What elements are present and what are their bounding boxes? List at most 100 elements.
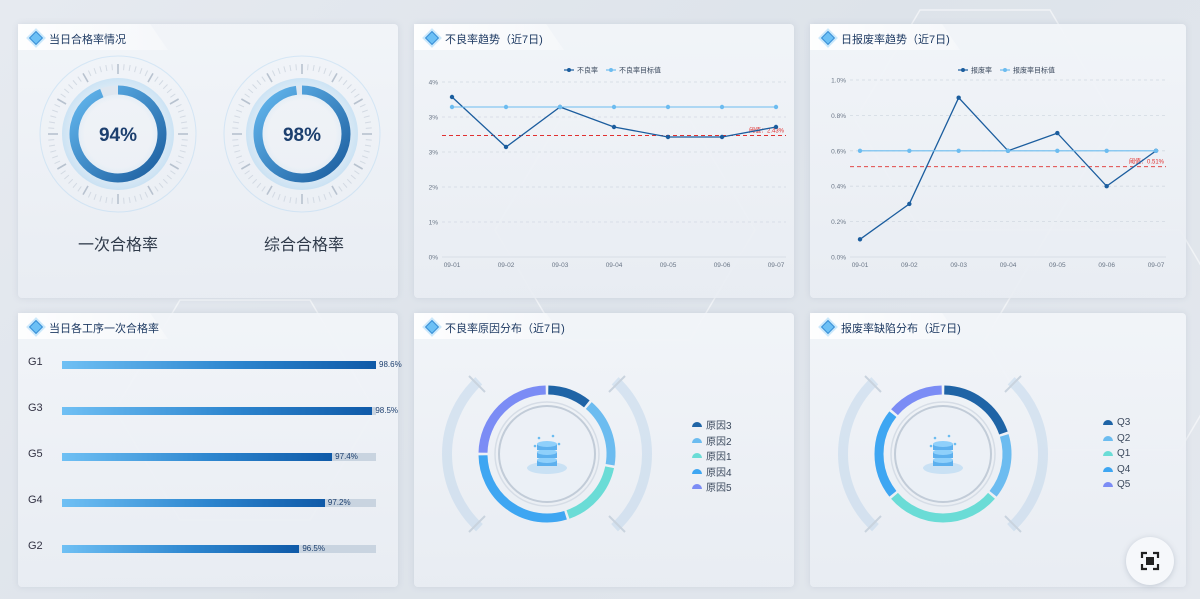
y-tick-label: 1.0%	[831, 78, 846, 85]
legend-swatch	[692, 484, 702, 489]
data-point	[449, 94, 455, 100]
panel-pass-rate: 当日合格率情况 94% 98% 一次合格率 综合合格率	[18, 24, 398, 298]
bar-value-label: 97.2%	[327, 498, 351, 507]
y-tick-label: 3%	[429, 150, 439, 157]
legend-item: Q2	[1103, 433, 1130, 444]
gauge-tick	[234, 115, 241, 118]
legend-swatch	[1103, 435, 1113, 441]
legend-marker	[1003, 68, 1007, 72]
gauge-tick	[283, 195, 286, 202]
data-point	[611, 124, 617, 130]
gauge-tick	[162, 84, 168, 90]
legend-label: Q5	[1117, 479, 1131, 490]
gauge-tick	[252, 84, 258, 90]
data-point	[1055, 148, 1060, 153]
y-tick-label: 0.8%	[831, 113, 846, 120]
panel-process-pass: 当日各工序一次合格率 G1 98.6% G3 98.5% G5 97.4% G4 97.2% G…	[18, 313, 402, 587]
x-tick-label: 09-01	[852, 262, 869, 269]
data-point	[907, 148, 912, 153]
gauge-tick	[179, 115, 186, 118]
donut-slice	[989, 434, 1012, 497]
gauge-tick	[48, 121, 56, 124]
legend-label: Q1	[1117, 448, 1131, 459]
x-tick-label: 09-06	[714, 262, 731, 269]
gauge-tick	[82, 185, 89, 196]
gauge-tick	[144, 70, 149, 77]
gauge-tick	[54, 160, 61, 165]
data-point	[1005, 148, 1011, 153]
gauge-tick	[175, 103, 182, 108]
decor-arc	[838, 377, 879, 532]
gauge-tick	[105, 64, 108, 72]
gauge-tick	[365, 127, 372, 129]
legend-swatch	[692, 422, 702, 427]
data-point	[719, 134, 725, 140]
gauge-tick	[342, 182, 348, 188]
y-tick-label: 0%	[429, 255, 439, 262]
gauge-tick	[77, 76, 82, 82]
gauge-tick	[252, 178, 258, 184]
gauge-tick	[350, 174, 356, 180]
bar-category-label: G4	[28, 494, 43, 506]
decor-arc	[442, 377, 483, 532]
legend-item: 原因2	[692, 433, 732, 448]
gauge-tick	[232, 127, 239, 129]
gauge-tick	[261, 76, 266, 82]
gauge: 98%	[223, 55, 381, 213]
gauge-tick	[248, 174, 254, 180]
gauge-tick	[64, 88, 70, 94]
gauge-tick	[361, 155, 368, 159]
panel-defect-trend: 不良率趋势（近7日) 0% 1% 2% 3% 3% 4% 09-01 09-02 09-03 09…	[414, 24, 794, 298]
data-point	[1104, 184, 1109, 189]
gauge-tick	[169, 98, 180, 105]
x-tick-label: 09-05	[660, 262, 677, 269]
gauge-tick	[170, 170, 176, 175]
x-tick-label: 09-01	[444, 262, 461, 269]
bar-fill	[62, 361, 376, 369]
gauge-tick	[234, 150, 241, 153]
legend-item: Q3	[1103, 417, 1130, 428]
gauge-tick	[363, 150, 370, 153]
data-point	[503, 104, 509, 110]
gauge-tick	[256, 80, 262, 86]
x-tick-label: 09-05	[1049, 262, 1066, 269]
bar-value-label: 96.5%	[302, 544, 325, 553]
gauge-tick	[77, 186, 82, 192]
x-tick-label: 09-04	[1000, 262, 1017, 269]
gauge-tick	[68, 84, 74, 90]
gauge-tick	[312, 64, 315, 72]
x-tick-label: 09-02	[901, 262, 918, 269]
legend-label: 原因2	[706, 436, 732, 448]
gauge-tick	[128, 64, 131, 72]
gauge-tick	[350, 88, 356, 94]
data-point	[907, 201, 912, 207]
bar-category-label: G5	[28, 448, 43, 460]
gauge-tick	[93, 68, 97, 75]
gauge-tick	[50, 150, 57, 153]
gauge-tick	[295, 64, 297, 71]
decor-arc	[611, 377, 652, 532]
fullscreen-button[interactable]	[1126, 537, 1174, 585]
bar-fill	[62, 545, 300, 553]
legend-item: Q5	[1103, 479, 1130, 490]
x-tick-label: 09-02	[498, 262, 515, 269]
gauge-tick	[123, 64, 125, 71]
gauge-tick	[261, 186, 266, 192]
gauge-tick	[318, 195, 321, 202]
gauge-tick	[232, 121, 240, 124]
gauge-tick	[364, 144, 372, 147]
data-point	[611, 104, 617, 110]
legend-marker	[961, 68, 965, 72]
scrap-trend-chart: 0.0% 0.2% 0.4% 0.6% 0.8% 1.0% 09-01 09-02 09-03 0…	[831, 66, 1166, 269]
data-point	[1104, 148, 1109, 153]
gauge-tick	[48, 144, 56, 147]
y-tick-label: 2%	[429, 185, 439, 192]
panel-scrap-trend: 日报废率趋势（近7日) 0.0% 0.2% 0.4% 0.6% 0.8% 1.0% 09-0…	[810, 24, 1186, 298]
gauge-tick	[147, 185, 154, 196]
x-tick-label: 09-03	[950, 262, 967, 269]
bar-track	[62, 407, 376, 415]
gauge-tick	[283, 66, 286, 73]
legend-label: 原因5	[706, 483, 732, 494]
threshold-label: 阈值：0.51%	[1129, 158, 1165, 166]
gauge-tick	[359, 160, 366, 165]
